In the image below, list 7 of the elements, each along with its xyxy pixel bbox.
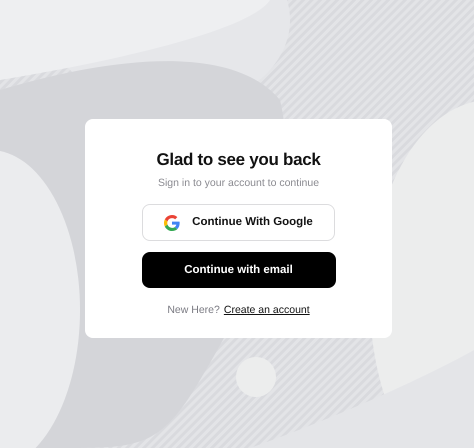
new-here-text: New Here? xyxy=(167,303,220,318)
google-sign-in-button[interactable]: Continue With Google xyxy=(142,204,335,242)
email-sign-in-button[interactable]: Continue with email xyxy=(142,252,336,288)
card-subtitle: Sign in to your account to continue xyxy=(158,176,320,190)
create-account-link[interactable]: Create an account xyxy=(224,303,310,319)
card-title: Glad to see you back xyxy=(156,149,321,171)
google-g-icon xyxy=(164,214,180,231)
